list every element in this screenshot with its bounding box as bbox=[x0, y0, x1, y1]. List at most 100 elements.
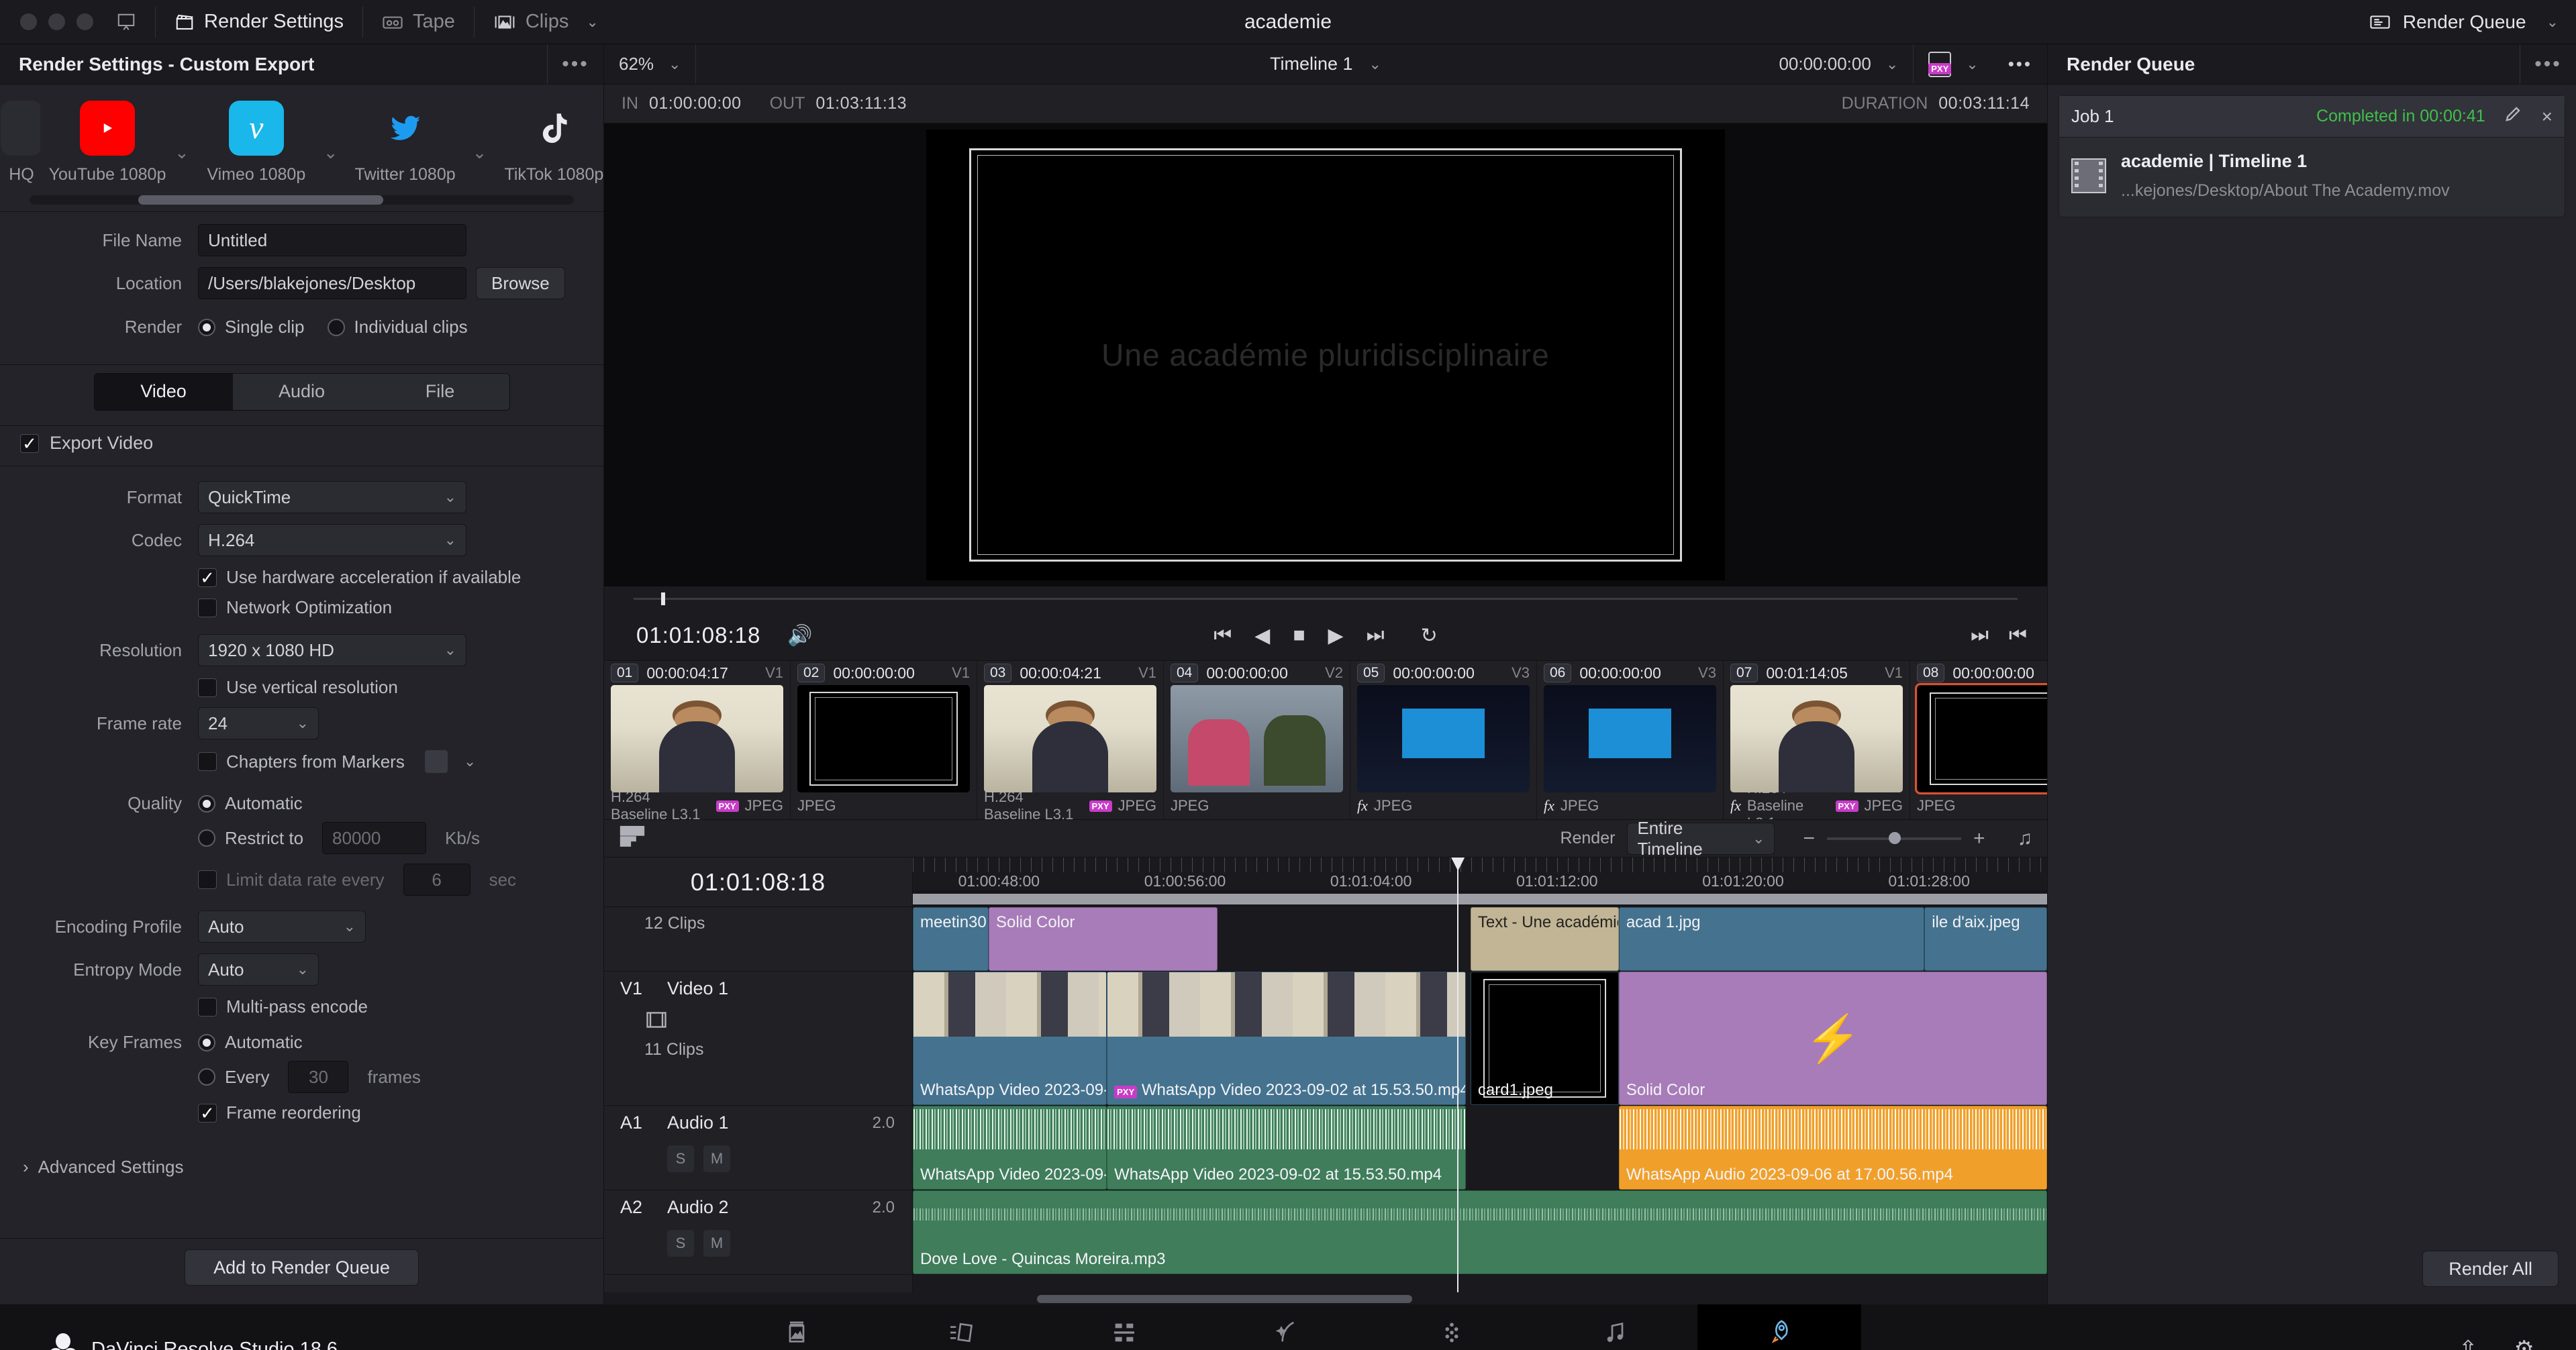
minimize-window-button[interactable] bbox=[48, 13, 65, 30]
track-name[interactable]: Audio 2 bbox=[667, 1197, 855, 1218]
hardware-acceleration-toggle[interactable]: Use hardware acceleration if available bbox=[198, 567, 581, 588]
key-frames-automatic-option[interactable]: Automatic bbox=[198, 1032, 303, 1053]
gear-icon[interactable]: ⚙ bbox=[2514, 1336, 2534, 1350]
resolution-select[interactable]: 1920 x 1080 HD ⌄ bbox=[198, 634, 466, 666]
render-range-select[interactable]: Entire Timeline ⌄ bbox=[1627, 823, 1775, 855]
mute-button[interactable]: M bbox=[703, 1145, 730, 1172]
page-button-fairlight[interactable]: Fairlight bbox=[1534, 1304, 1697, 1350]
timeline-clip[interactable]: acad 1.jpg bbox=[1619, 907, 1924, 971]
tab-render-settings[interactable]: Render Settings bbox=[160, 0, 358, 44]
scrubber-handle[interactable] bbox=[661, 592, 665, 605]
timeline-canvas[interactable]: 01:00:48:0001:00:56:0001:01:04:0001:01:1… bbox=[913, 858, 2047, 1292]
frame-rate-select[interactable]: 24 ⌄ bbox=[198, 707, 319, 739]
home-icon[interactable]: ⇧ bbox=[2459, 1336, 2478, 1350]
next-marker-button[interactable]: ⏭ bbox=[1971, 624, 1989, 647]
close-window-button[interactable] bbox=[20, 13, 37, 30]
timeline-track[interactable]: meetin30.jpgSolid Color Text - Une académ… bbox=[913, 907, 2047, 972]
clip-item[interactable]: 0500:00:00:00V3fxJPEG bbox=[1350, 661, 1537, 819]
render-all-button[interactable]: Render All bbox=[2422, 1251, 2559, 1287]
viewer-timecode-select[interactable]: 00:00:00:00 ⌄ bbox=[1764, 44, 1913, 84]
render-job-item[interactable]: Job 1 Completed in 00:00:41 × academie |… bbox=[2059, 95, 2565, 217]
preset-scrollbar[interactable] bbox=[30, 195, 574, 205]
vertical-resolution-toggle[interactable]: Use vertical resolution bbox=[198, 677, 581, 698]
timeline-clip[interactable]: Text - Une académie plurid... bbox=[1471, 907, 1619, 971]
timeline-track[interactable]: WhatsApp Video 2023-09-02 at 15.53....PX… bbox=[913, 972, 2047, 1106]
render-mode-individual-clips[interactable]: Individual clips bbox=[328, 317, 468, 338]
timeline-ruler[interactable]: 01:00:48:0001:00:56:0001:01:04:0001:01:1… bbox=[913, 858, 2047, 891]
jump-to-end-button[interactable]: ⏭ bbox=[1367, 624, 1385, 647]
tab-clips[interactable]: Clips ⌄ bbox=[479, 0, 613, 44]
page-button-deliver[interactable]: Deliver bbox=[1697, 1304, 1861, 1350]
mute-button[interactable]: M bbox=[703, 1230, 730, 1257]
film-strip-icon[interactable] bbox=[620, 1006, 912, 1035]
video-viewer[interactable]: Une académie pluridisciplinaire bbox=[604, 123, 2047, 586]
timeline-clip[interactable]: WhatsApp Video 2023-09-02 at 15.53.... bbox=[913, 1106, 1107, 1190]
clip-strip[interactable]: 0100:00:04:17V1H.264 Baseline L3.1PXYJPE… bbox=[604, 660, 2047, 820]
chevron-down-icon[interactable]: ⌄ bbox=[1369, 56, 1381, 73]
timeline-horizontal-scrollbar[interactable] bbox=[604, 1292, 2047, 1304]
timeline-minimap[interactable] bbox=[913, 891, 2047, 907]
clip-item[interactable]: 0800:00:00:00V1JPEG bbox=[1910, 661, 2047, 819]
viewer-more-button[interactable]: ••• bbox=[1993, 44, 2047, 84]
chevron-down-icon[interactable]: ⌄ bbox=[324, 142, 338, 163]
timeline-track[interactable]: Dove Love - Quincas Moreira.mp3 bbox=[913, 1190, 2047, 1275]
encoding-profile-select[interactable]: Auto ⌄ bbox=[198, 911, 366, 943]
out-value[interactable]: 01:03:11:13 bbox=[815, 94, 907, 113]
network-optimization-toggle[interactable]: Network Optimization bbox=[198, 597, 581, 618]
zoom-out-button[interactable]: − bbox=[1803, 827, 1815, 850]
clip-thumbnail[interactable] bbox=[1171, 685, 1343, 792]
prev-marker-button[interactable]: ⏮ bbox=[2009, 624, 2027, 647]
page-button-color[interactable]: Color bbox=[1370, 1304, 1534, 1350]
add-to-render-queue-button[interactable]: Add to Render Queue bbox=[185, 1249, 419, 1286]
render-queue-more-button[interactable]: ••• bbox=[2520, 44, 2576, 84]
clip-thumbnail[interactable] bbox=[797, 685, 970, 792]
display-icon[interactable] bbox=[93, 0, 151, 44]
solo-button[interactable]: S bbox=[667, 1230, 694, 1257]
in-value[interactable]: 01:00:00:00 bbox=[649, 94, 742, 113]
quality-automatic-option[interactable]: Automatic bbox=[198, 793, 303, 814]
format-select[interactable]: QuickTime ⌄ bbox=[198, 481, 466, 513]
page-button-edit[interactable]: Edit bbox=[1042, 1304, 1206, 1350]
chapters-from-markers-toggle[interactable]: Chapters from Markers ⌄ bbox=[198, 750, 581, 773]
timeline-clip[interactable]: PXY WhatsApp Video 2023-09-02 at 15.53.5… bbox=[1107, 972, 1466, 1105]
clip-item[interactable]: 0400:00:00:00V2JPEG bbox=[1164, 661, 1350, 819]
entropy-mode-select[interactable]: Auto ⌄ bbox=[198, 953, 319, 986]
proxy-mode-select[interactable]: PXY ⌄ bbox=[1914, 44, 1993, 84]
viewer-scrubber[interactable] bbox=[604, 586, 2047, 611]
timeline-clip[interactable]: WhatsApp Audio 2023-09-06 at 17.00.56.mp… bbox=[1619, 1106, 2047, 1190]
clip-item[interactable]: 0600:00:00:00V3fxJPEG bbox=[1537, 661, 1724, 819]
timeline-clip[interactable]: Solid Color bbox=[989, 907, 1218, 971]
clip-thumbnail[interactable] bbox=[1544, 685, 1716, 792]
stop-button[interactable]: ■ bbox=[1293, 624, 1305, 647]
track-name[interactable]: Audio 1 bbox=[667, 1112, 855, 1133]
solo-button[interactable]: S bbox=[667, 1145, 694, 1172]
marker-color-swatch[interactable] bbox=[425, 750, 448, 773]
tab-video[interactable]: Video bbox=[95, 374, 233, 410]
export-video-toggle[interactable]: Export Video bbox=[0, 426, 603, 466]
limit-data-rate-input[interactable]: 6 bbox=[403, 864, 470, 896]
chevron-down-icon[interactable]: ⌄ bbox=[586, 13, 598, 31]
page-button-cut[interactable]: Cut bbox=[879, 1304, 1042, 1350]
preset-vimeo-1080p[interactable]: v Vimeo 1080p bbox=[189, 101, 324, 185]
timeline-clip[interactable]: Dove Love - Quincas Moreira.mp3 bbox=[913, 1190, 2047, 1274]
codec-select[interactable]: H.264 ⌄ bbox=[198, 524, 466, 556]
timeline-view-icon[interactable] bbox=[619, 825, 646, 852]
queue-icon[interactable] bbox=[2369, 13, 2391, 31]
clip-item[interactable]: 0200:00:00:00V1JPEG bbox=[791, 661, 977, 819]
render-mode-single-clip[interactable]: Single clip bbox=[198, 317, 305, 338]
preset-carousel[interactable]: HQ YouTube 1080p ⌄ v Vimeo 1080p ⌄ bbox=[0, 85, 603, 211]
limit-data-rate-toggle[interactable]: Limit data rate every 6 sec bbox=[198, 864, 581, 896]
timeline-clip[interactable]: ile d'aix.jpeg bbox=[1924, 907, 2047, 971]
quality-restrict-option[interactable]: Restrict to 80000 Kb/s bbox=[198, 822, 581, 854]
preset-tiktok-1080p[interactable]: TikTok 1080p bbox=[487, 101, 603, 185]
location-input[interactable]: /Users/blakejones/Desktop bbox=[198, 267, 466, 299]
timeline-clip[interactable]: meetin30.jpg bbox=[913, 907, 989, 971]
timeline-clip[interactable]: WhatsApp Video 2023-09-02 at 15.53.... bbox=[913, 972, 1107, 1105]
tab-audio[interactable]: Audio bbox=[233, 374, 371, 410]
timeline-clip[interactable]: WhatsApp Video 2023-09-02 at 15.53.50.mp… bbox=[1107, 1106, 1466, 1190]
chevron-down-icon[interactable]: ⌄ bbox=[2546, 13, 2559, 31]
key-frames-every-input[interactable]: 30 bbox=[288, 1061, 348, 1093]
clip-item[interactable]: 0700:01:14:05V1fxH.264 Baseline L3.1PXYJ… bbox=[1724, 661, 1910, 819]
viewer-zoom-select[interactable]: 62% ⌄ bbox=[604, 44, 695, 84]
multipass-encode-toggle[interactable]: Multi-pass encode bbox=[198, 996, 581, 1017]
